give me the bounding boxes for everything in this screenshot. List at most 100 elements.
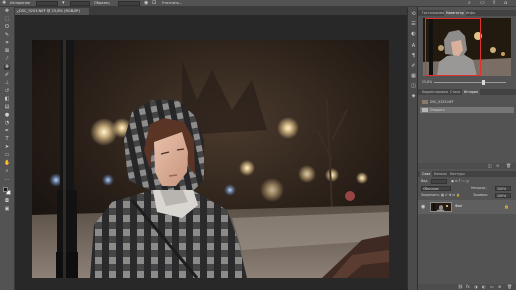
right-panel-dock: Гистограмма Навигатор Инфо 25,8% Коррект… [418, 7, 516, 290]
lock-row: Закрепить: ▦ ✐ ✥ ⊡ 🔒 Заливка: 100% [421, 193, 513, 198]
canvas-area[interactable] [15, 15, 407, 290]
link-layers-icon[interactable]: ⛓ [458, 284, 463, 290]
search-icon[interactable]: ⌕ [468, 1, 471, 6]
adjustment-layer-icon[interactable]: ◐ [482, 284, 486, 290]
lock-icons[interactable]: ▦ ✐ ✥ ⊡ 🔒 [441, 193, 460, 198]
new-group-icon[interactable]: ▭ [490, 284, 494, 290]
hand-icon[interactable]: ✋ [4, 161, 10, 166]
history-snapshot-row[interactable]: DSC_9253.NEF [420, 99, 514, 105]
properties-panel-icon[interactable]: ☰ [410, 21, 417, 27]
screen-mode-icon[interactable]: ▣ [4, 207, 10, 212]
gradient-icon[interactable]: ▤ [4, 105, 10, 110]
quick-mask-icon[interactable]: ◘ [4, 199, 10, 204]
tab-layers[interactable]: Слои [420, 171, 433, 177]
layers-panel-footer: ⛓ fx ◑ ◐ ▭ ⊕ 🗑 [418, 284, 516, 290]
tab-styles[interactable]: Стили [448, 89, 462, 95]
camera-icon[interactable]: ⊙ [496, 163, 499, 169]
tab-info[interactable]: Инфо [464, 10, 477, 16]
history-brush-icon[interactable]: ↺ [4, 89, 10, 94]
dodge-icon[interactable]: ◔ [4, 121, 10, 126]
navigator-thumbnail[interactable] [423, 18, 511, 76]
eraser-icon[interactable]: ◧ [4, 97, 10, 102]
sample-all-icon[interactable]: ⊡ [152, 1, 156, 6]
color-panel-icon[interactable]: ◈ [410, 93, 417, 99]
tab-histogram[interactable]: Гистограмма [420, 10, 446, 16]
history-step-icon [422, 108, 428, 112]
rectangle-icon[interactable]: ▭ [4, 153, 10, 158]
navigator-view-box[interactable] [425, 18, 481, 76]
home-icon[interactable]: ⌂ [504, 1, 507, 6]
close-tab-icon[interactable]: × [16, 8, 19, 15]
opacity-field[interactable]: 100% [495, 186, 511, 191]
tab-paths[interactable]: Контуры [448, 171, 467, 177]
layer-style-icon[interactable]: fx [466, 284, 470, 290]
foreground-color-swatch[interactable] [3, 187, 8, 192]
spot-healing-icon[interactable]: ✚ [2, 1, 6, 6]
path-select-icon[interactable]: ➤ [4, 145, 10, 150]
history-panel-icon[interactable]: ⟲ [410, 11, 417, 17]
mode-field[interactable] [70, 1, 90, 6]
document-image[interactable] [32, 40, 389, 278]
filter-icons[interactable]: ▣ ⊘ T ▭ ◫ [451, 179, 469, 184]
navigator-zoom-row: 25,8% [422, 80, 512, 85]
tab-navigator[interactable]: Навигатор [444, 10, 466, 16]
trash-icon[interactable]: 🗑 [506, 163, 511, 169]
crop-icon[interactable]: ⌗ [4, 41, 10, 46]
quick-select-icon[interactable]: ✎ [4, 33, 10, 38]
type-icon[interactable]: T [4, 137, 10, 142]
sample-select[interactable] [118, 1, 140, 6]
pen-icon[interactable]: ✒ [4, 129, 10, 134]
tab-channels[interactable]: Каналы [432, 171, 449, 177]
share-icon[interactable]: ⇪ [492, 1, 496, 6]
tab-adjustments[interactable]: Корректировки [420, 89, 450, 95]
zoom-slider-handle[interactable] [482, 80, 485, 85]
eyedropper-icon[interactable]: ⁄ [4, 57, 10, 62]
libraries-panel-icon[interactable]: ◫ [410, 83, 417, 89]
brush-size-field[interactable] [36, 1, 58, 6]
adjustments-panel-icon[interactable]: ◐ [410, 31, 417, 37]
edit-toolbar-icon[interactable]: … [4, 177, 10, 182]
menu-label[interactable]: Испарение [10, 1, 30, 6]
document-title: DSC_9253.NEF @ 25,8% (RGB/8*) [19, 9, 80, 13]
brush-settings-icon[interactable]: ✐ [410, 63, 417, 69]
brush-icon[interactable]: ✐ [4, 73, 10, 78]
mode-icon[interactable]: ▾ [62, 1, 65, 6]
zoom-slider-track[interactable] [434, 82, 506, 83]
frame-icon[interactable]: ⊠ [4, 49, 10, 54]
kind-label: Вид [421, 179, 428, 183]
marquee-icon[interactable]: ⬚ [4, 17, 10, 22]
lasso-icon[interactable]: ʘ [4, 25, 10, 30]
blur-icon[interactable]: ● [4, 113, 10, 118]
kind-filter-select[interactable] [431, 179, 447, 184]
history-snapshot-label: DSC_9253.NEF [430, 100, 454, 104]
zoom-icon[interactable]: ⌕ [4, 169, 10, 174]
layer-row-background[interactable]: ◉ Фон 🔒 [418, 200, 516, 214]
healing-icon[interactable]: ✚ [4, 65, 10, 70]
paragraph-panel-icon[interactable]: ¶ [410, 53, 417, 59]
document-tab[interactable]: × DSC_9253.NEF @ 25,8% (RGB/8*) [15, 8, 89, 15]
move-icon[interactable]: ✥ [4, 9, 10, 14]
new-snapshot-icon[interactable]: ◫ [488, 163, 492, 169]
pressure-icon[interactable]: ◉ [144, 1, 148, 6]
history-step-label: Открыть [430, 108, 445, 112]
zoom-value[interactable]: 25,8% [422, 80, 432, 85]
workspace-icon[interactable]: ▭ [480, 1, 485, 6]
history-step-row[interactable]: Открыть [420, 107, 514, 113]
blend-row: Обычные Непрозр.: 100% [421, 186, 513, 191]
clone-stamp-icon[interactable]: ⊥ [4, 81, 10, 86]
new-layer-icon[interactable]: ⊕ [498, 284, 501, 290]
layers-panel-tabs: Слои Каналы Контуры [418, 171, 516, 177]
swatches-panel-icon[interactable]: ▦ [410, 73, 417, 79]
blend-mode-select[interactable]: Обычные [421, 186, 451, 191]
eye-icon[interactable]: ◉ [421, 204, 425, 210]
refine-button[interactable]: Уточнить... [162, 1, 182, 6]
sample-label[interactable]: Образец [94, 1, 110, 6]
tab-history[interactable]: История [462, 89, 480, 95]
fill-field[interactable]: 100% [495, 193, 511, 198]
navigator-panel-tabs: Гистограмма Навигатор Инфо [418, 10, 516, 16]
delete-layer-icon[interactable]: 🗑 [507, 284, 512, 290]
layer-name[interactable]: Фон [455, 204, 462, 208]
add-mask-icon[interactable]: ◑ [474, 284, 478, 290]
panel-icon-strip: ⟲ ☰ ◐ A ¶ ✐ ▦ ◫ ◈ [407, 7, 418, 290]
character-panel-icon[interactable]: A [410, 43, 417, 49]
